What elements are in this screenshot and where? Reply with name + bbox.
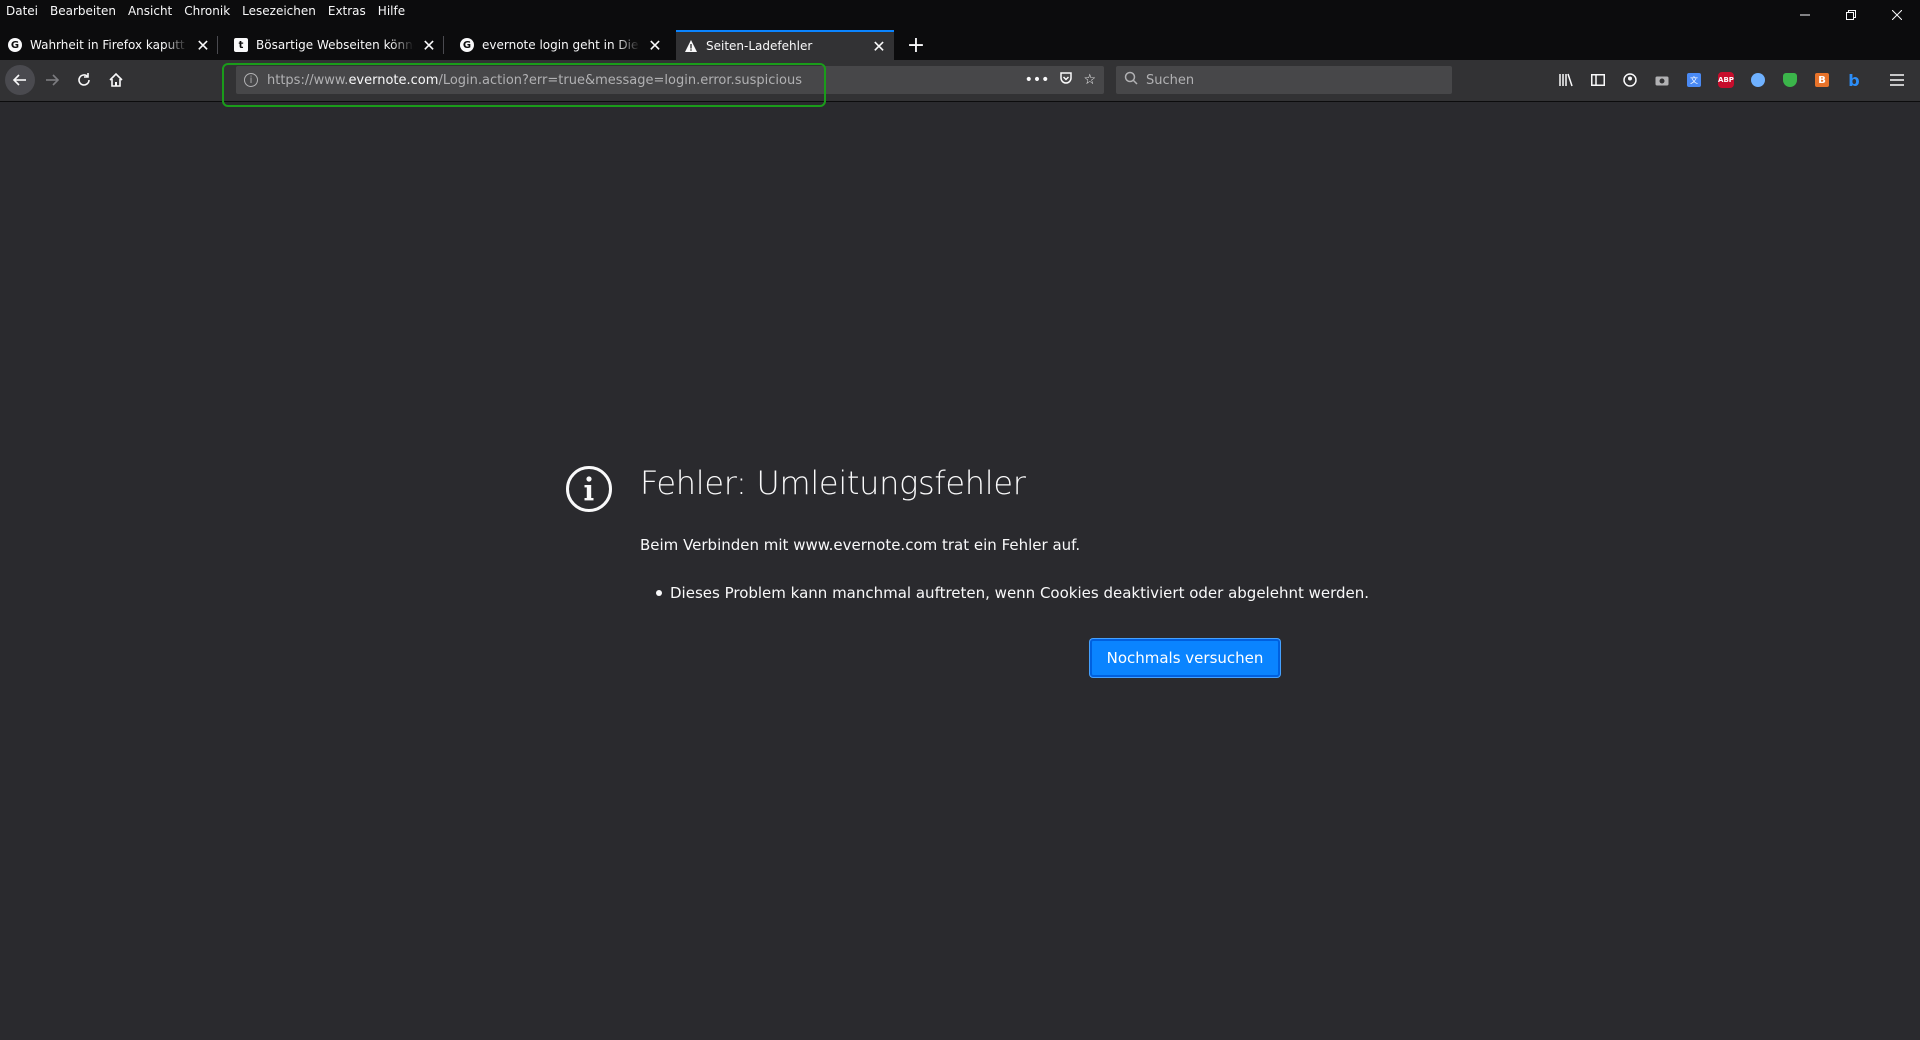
menu-ansicht[interactable]: Ansicht [122,0,178,22]
menu-bar: Datei Bearbeiten Ansicht Chronik Lesezei… [0,0,1920,22]
search-bar[interactable]: Suchen [1116,66,1452,94]
search-placeholder: Suchen [1146,72,1195,88]
close-tab-icon[interactable]: ✕ [646,36,664,55]
bullet [656,590,662,596]
pocket-icon[interactable] [1059,71,1073,89]
reload-icon [78,73,90,86]
more-actions-icon[interactable]: ••• [1025,72,1050,88]
restore-icon [1846,10,1856,20]
sidebar-icon[interactable] [1587,69,1609,91]
menu-chronik[interactable]: Chronik [178,0,236,22]
error-page: Fehler: Umleitungsfehler Beim Verbinden … [0,102,1920,1040]
menu-datei[interactable]: Datei [0,0,44,22]
tab-1[interactable]: G Wahrheit in Firefox kaputt – Go ✕ [0,30,218,60]
orange-b-extension-icon[interactable]: B [1811,69,1833,91]
tab-title: evernote login geht in Die Wah [482,38,640,52]
error-description: Beim Verbinden mit www.evernote.com trat… [640,536,1081,554]
t-icon: t [234,38,248,52]
toolbar-right: 文 ABP B b [1550,60,1920,100]
retry-button[interactable]: Nochmals versuchen [1090,639,1280,677]
home-button[interactable] [102,66,130,94]
library-icon[interactable] [1555,69,1577,91]
error-list-text: Dieses Problem kann manchmal auftreten, … [670,584,1370,602]
tab-title: Seiten-Ladefehler [706,39,813,53]
menu-extras[interactable]: Extras [322,0,372,22]
minimize-icon [1800,14,1810,16]
url-actions: ••• ☆ [1025,66,1096,94]
tab-title: Bösartige Webseiten können m [256,38,414,52]
close-tab-icon[interactable]: ✕ [870,37,888,56]
new-tab-button[interactable]: + [902,30,930,60]
tab-strip: G Wahrheit in Firefox kaputt – Go ✕ t Bö… [0,22,1920,60]
adblock-plus-icon[interactable]: ABP [1715,69,1737,91]
back-button[interactable] [5,65,35,95]
tab-title: Wahrheit in Firefox kaputt – Go [30,38,188,52]
home-icon [109,72,123,87]
error-list-item: Dieses Problem kann manchmal auftreten, … [656,584,1369,602]
google-icon: G [8,38,22,52]
shield-extension-icon[interactable] [1779,69,1801,91]
menu-bearbeiten[interactable]: Bearbeiten [44,0,122,22]
tab-2[interactable]: t Bösartige Webseiten können m ✕ [226,30,444,60]
search-icon [1124,71,1138,89]
account-icon[interactable] [1619,69,1641,91]
close-icon [1892,10,1902,20]
translate-icon[interactable]: 文 [1683,69,1705,91]
arrow-right-icon [46,74,60,86]
arrow-left-icon [12,74,26,86]
warning-icon [684,39,698,53]
close-tab-icon[interactable]: ✕ [194,36,212,55]
extension-blue-circle-icon[interactable] [1747,69,1769,91]
forward-button[interactable] [38,66,66,94]
url-highlight-annotation [222,63,826,107]
menu-lesezeichen[interactable]: Lesezeichen [236,0,322,22]
menu-hilfe[interactable]: Hilfe [372,0,411,22]
screenshot-icon[interactable] [1651,69,1673,91]
google-icon: G [460,38,474,52]
reload-button[interactable] [70,66,98,94]
tab-4-active[interactable]: Seiten-Ladefehler ✕ [676,30,894,60]
close-tab-icon[interactable]: ✕ [420,36,438,55]
tab-separator [443,36,444,54]
tab-3[interactable]: G evernote login geht in Die Wah ✕ [452,30,670,60]
tab-separator [217,36,218,54]
info-circle-icon [566,466,612,512]
hamburger-menu-icon[interactable] [1886,69,1908,91]
bing-icon[interactable]: b [1843,69,1865,91]
bookmark-star-icon[interactable]: ☆ [1083,72,1096,88]
error-title: Fehler: Umleitungsfehler [640,464,1026,502]
